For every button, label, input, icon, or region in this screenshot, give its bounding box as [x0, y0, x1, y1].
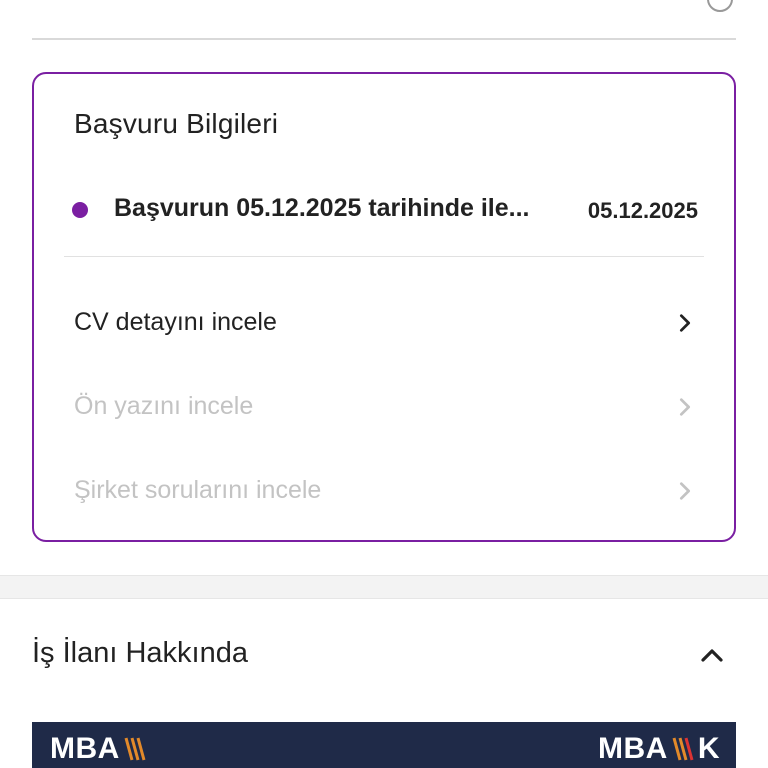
chevron-right-icon [679, 482, 691, 500]
status-text: Başvurun 05.12.2025 tarihinde ile... [114, 194, 530, 222]
review-company-questions-link[interactable]: Şirket sorularını incele [74, 470, 696, 514]
card-divider [64, 256, 704, 257]
top-divider [32, 38, 736, 40]
top-strip [0, 0, 768, 40]
section-separator [0, 575, 768, 599]
logo-slashes-icon [124, 737, 146, 761]
status-dot-icon [72, 202, 88, 218]
application-info-card: Başvuru Bilgileri Başvurun 05.12.2025 ta… [32, 72, 736, 542]
card-title: Başvuru Bilgileri [74, 108, 279, 139]
chevron-up-icon[interactable] [698, 642, 726, 670]
review-cv-link[interactable]: CV detayını incele [74, 302, 696, 346]
review-cover-letter-label: Ön yazını incele [74, 392, 254, 420]
status-date: 05.12.2025 [587, 198, 698, 223]
job-section-title: İş İlanı Hakkında [32, 637, 248, 669]
logo-left-text: MBA [50, 732, 120, 765]
logo-slashes-icon [672, 737, 694, 761]
chevron-right-icon [679, 314, 691, 332]
review-cv-label: CV detayını incele [74, 308, 277, 336]
company-logo-left: MBA [50, 732, 146, 766]
review-cover-letter-link[interactable]: Ön yazını incele [74, 386, 696, 430]
status-row: Başvurun 05.12.2025 tarihinde ile... 05.… [72, 192, 698, 228]
review-company-questions-label: Şirket sorularını incele [74, 476, 322, 504]
logo-right-text: MBA [598, 732, 668, 765]
chevron-right-icon [679, 398, 691, 416]
company-banner: MBA MBA K [32, 722, 736, 768]
info-icon[interactable] [707, 0, 733, 12]
logo-right-suffix: K [697, 732, 720, 765]
company-logo-right: MBA K [598, 732, 720, 766]
